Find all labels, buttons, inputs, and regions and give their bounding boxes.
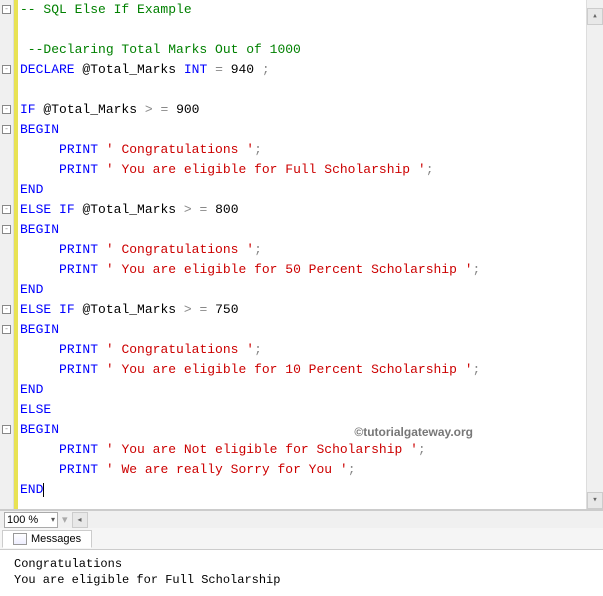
tab-label: Messages <box>31 533 81 545</box>
zoom-bar: 100 % ▾ ▾ ◂ <box>0 510 603 528</box>
fold-toggle[interactable]: - <box>2 65 11 74</box>
fold-toggle[interactable]: - <box>2 225 11 234</box>
results-tabs: Messages <box>0 528 603 550</box>
fold-toggle[interactable]: - <box>2 5 11 14</box>
fold-gutter: - - - - - - - - - <box>0 0 14 509</box>
zoom-separator: ▾ <box>62 513 68 526</box>
tab-messages[interactable]: Messages <box>2 530 92 548</box>
zoom-dropdown[interactable]: 100 % ▾ <box>4 512 58 528</box>
code-editor[interactable]: - - - - - - - - - -- SQL Else If Example --Decla… <box>0 0 603 510</box>
vertical-scrollbar[interactable]: ▴ ▾ <box>586 0 603 509</box>
message-line: Congratulations <box>14 556 589 572</box>
messages-icon <box>13 533 27 545</box>
fold-toggle[interactable]: - <box>2 205 11 214</box>
fold-toggle[interactable]: - <box>2 325 11 334</box>
code-content[interactable]: -- SQL Else If Example --Declaring Total… <box>18 0 603 509</box>
message-line: You are eligible for Full Scholarship <box>14 572 589 588</box>
scroll-up-arrow[interactable]: ▴ <box>587 8 603 25</box>
scroll-down-arrow[interactable]: ▾ <box>587 492 603 509</box>
fold-toggle[interactable]: - <box>2 305 11 314</box>
fold-toggle[interactable]: - <box>2 125 11 134</box>
messages-pane[interactable]: CongratulationsYou are eligible for Full… <box>0 550 603 596</box>
fold-toggle[interactable]: - <box>2 425 11 434</box>
hscroll-left-arrow[interactable]: ◂ <box>72 512 88 528</box>
chevron-down-icon: ▾ <box>51 515 55 524</box>
fold-toggle[interactable]: - <box>2 105 11 114</box>
zoom-value: 100 % <box>7 514 38 526</box>
